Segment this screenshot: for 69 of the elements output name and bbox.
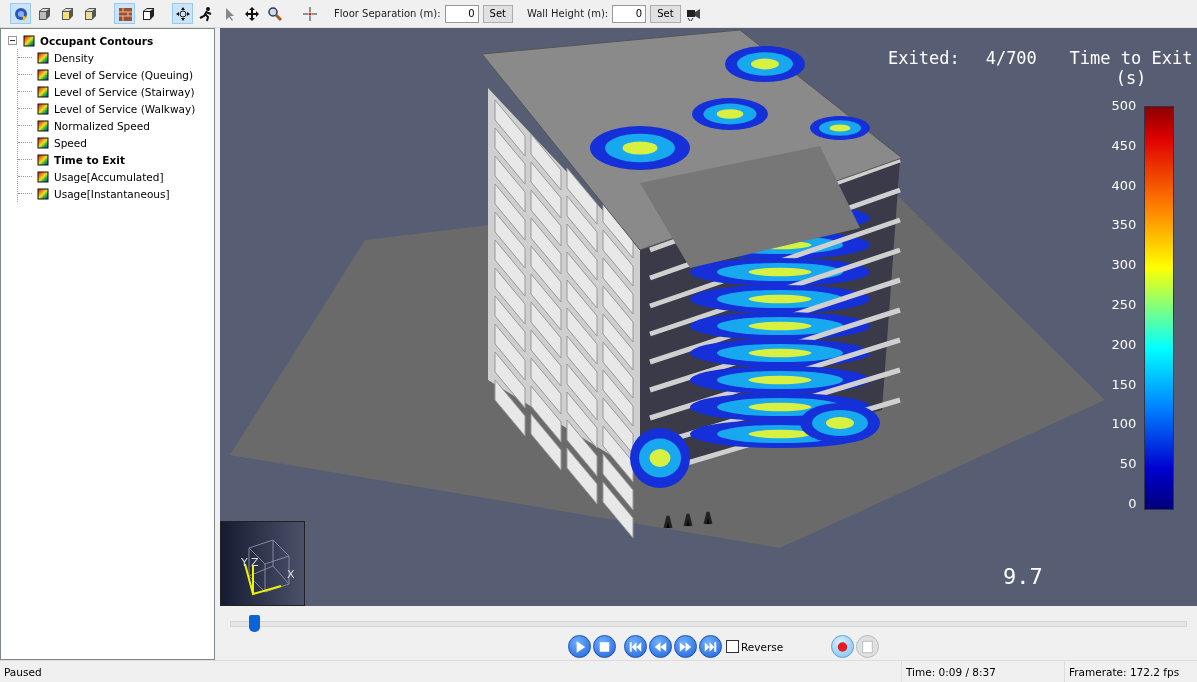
- zoom-icon: [266, 5, 283, 22]
- tick-label: 50: [1119, 457, 1137, 472]
- tick-label: 350: [1111, 218, 1137, 233]
- tick-label: 250: [1111, 298, 1137, 312]
- orbit-icon: [174, 5, 191, 22]
- tree-item[interactable]: Level of Service (Queuing): [54, 68, 194, 81]
- record-button[interactable]: [831, 635, 855, 658]
- tick-label: 200: [1111, 337, 1137, 352]
- set-button[interactable]: Set: [650, 4, 681, 23]
- status-time: Time: 0:09 / 8:37: [901, 661, 1064, 682]
- skip-start-button[interactable]: [624, 635, 647, 658]
- number-field[interactable]: 0: [444, 4, 479, 23]
- tree-item[interactable]: Occupant Contours: [40, 34, 154, 47]
- status-text: Paused: [3, 664, 43, 680]
- color-map-icon: [23, 34, 35, 47]
- stop-button[interactable]: [593, 635, 616, 658]
- fast-forward-button[interactable]: [674, 635, 697, 658]
- brick-icon: [116, 5, 133, 22]
- tick-label: 450: [1111, 138, 1137, 153]
- reverse-checkbox[interactable]: [726, 640, 739, 653]
- view-icon: [12, 5, 29, 22]
- tree-item[interactable]: Usage[Accumulated]: [54, 170, 164, 183]
- status-framerate: Framerate: 172.2 fps: [1064, 661, 1197, 682]
- axis-label: Y: [241, 556, 248, 569]
- tree-item[interactable]: Density: [54, 51, 94, 64]
- rewind-button[interactable]: [649, 635, 672, 658]
- timeline-slider[interactable]: [230, 614, 1187, 635]
- set-button[interactable]: Set: [482, 4, 513, 23]
- field-label: Floor Separation (m):: [334, 8, 441, 19]
- tree-item[interactable]: Level of Service (Walkway): [54, 102, 196, 115]
- axis-label: X: [287, 568, 295, 581]
- move-icon: [243, 5, 260, 22]
- legend-unit: (s): [1115, 68, 1147, 88]
- tick-label: 500: [1111, 99, 1137, 113]
- time-readout: 9.7: [1003, 564, 1043, 589]
- tree-item[interactable]: Level of Service (Stairway): [54, 85, 195, 98]
- play-button[interactable]: [568, 635, 591, 658]
- color-map-icon: [37, 187, 49, 200]
- color-map-icon: [37, 68, 49, 81]
- axis-label: Z: [251, 556, 259, 569]
- number-field[interactable]: 0: [612, 4, 647, 23]
- color-map-icon: [37, 102, 49, 115]
- crosshair-icon: [301, 5, 318, 22]
- color-map-icon: [37, 51, 49, 64]
- tick-label: 150: [1111, 377, 1137, 392]
- checkbox-label[interactable]: Reverse: [741, 640, 784, 653]
- minus-icon: [8, 36, 17, 45]
- tick-label: 400: [1111, 178, 1137, 193]
- tick-label: 300: [1111, 258, 1137, 273]
- tree-item[interactable]: Speed: [54, 136, 87, 149]
- field-label: Wall Height (m):: [526, 8, 609, 19]
- collapse-toggle[interactable]: [7, 35, 18, 46]
- tree-item[interactable]: Usage[Instantaneous]: [54, 187, 170, 200]
- color-map-icon: [37, 153, 49, 166]
- color-map-icon: [37, 170, 49, 183]
- legend-title: Time to Exit: [1069, 48, 1193, 68]
- color-map-icon: [37, 85, 49, 98]
- tick-label: 100: [1111, 417, 1137, 432]
- exited-count: 4/700: [985, 48, 1037, 68]
- exited-label: Exited:: [888, 48, 960, 68]
- tree-item[interactable]: Normalized Speed: [54, 119, 150, 132]
- tree-item[interactable]: Time to Exit: [54, 153, 125, 166]
- tick-label: 0: [1128, 496, 1137, 511]
- color-map-icon: [37, 136, 49, 149]
- toolbar-button[interactable]: [172, 3, 193, 24]
- color-map-icon: [37, 119, 49, 132]
- slider-thumb[interactable]: [248, 615, 260, 632]
- skip-end-button[interactable]: [699, 635, 722, 658]
- runner-icon: [197, 5, 214, 22]
